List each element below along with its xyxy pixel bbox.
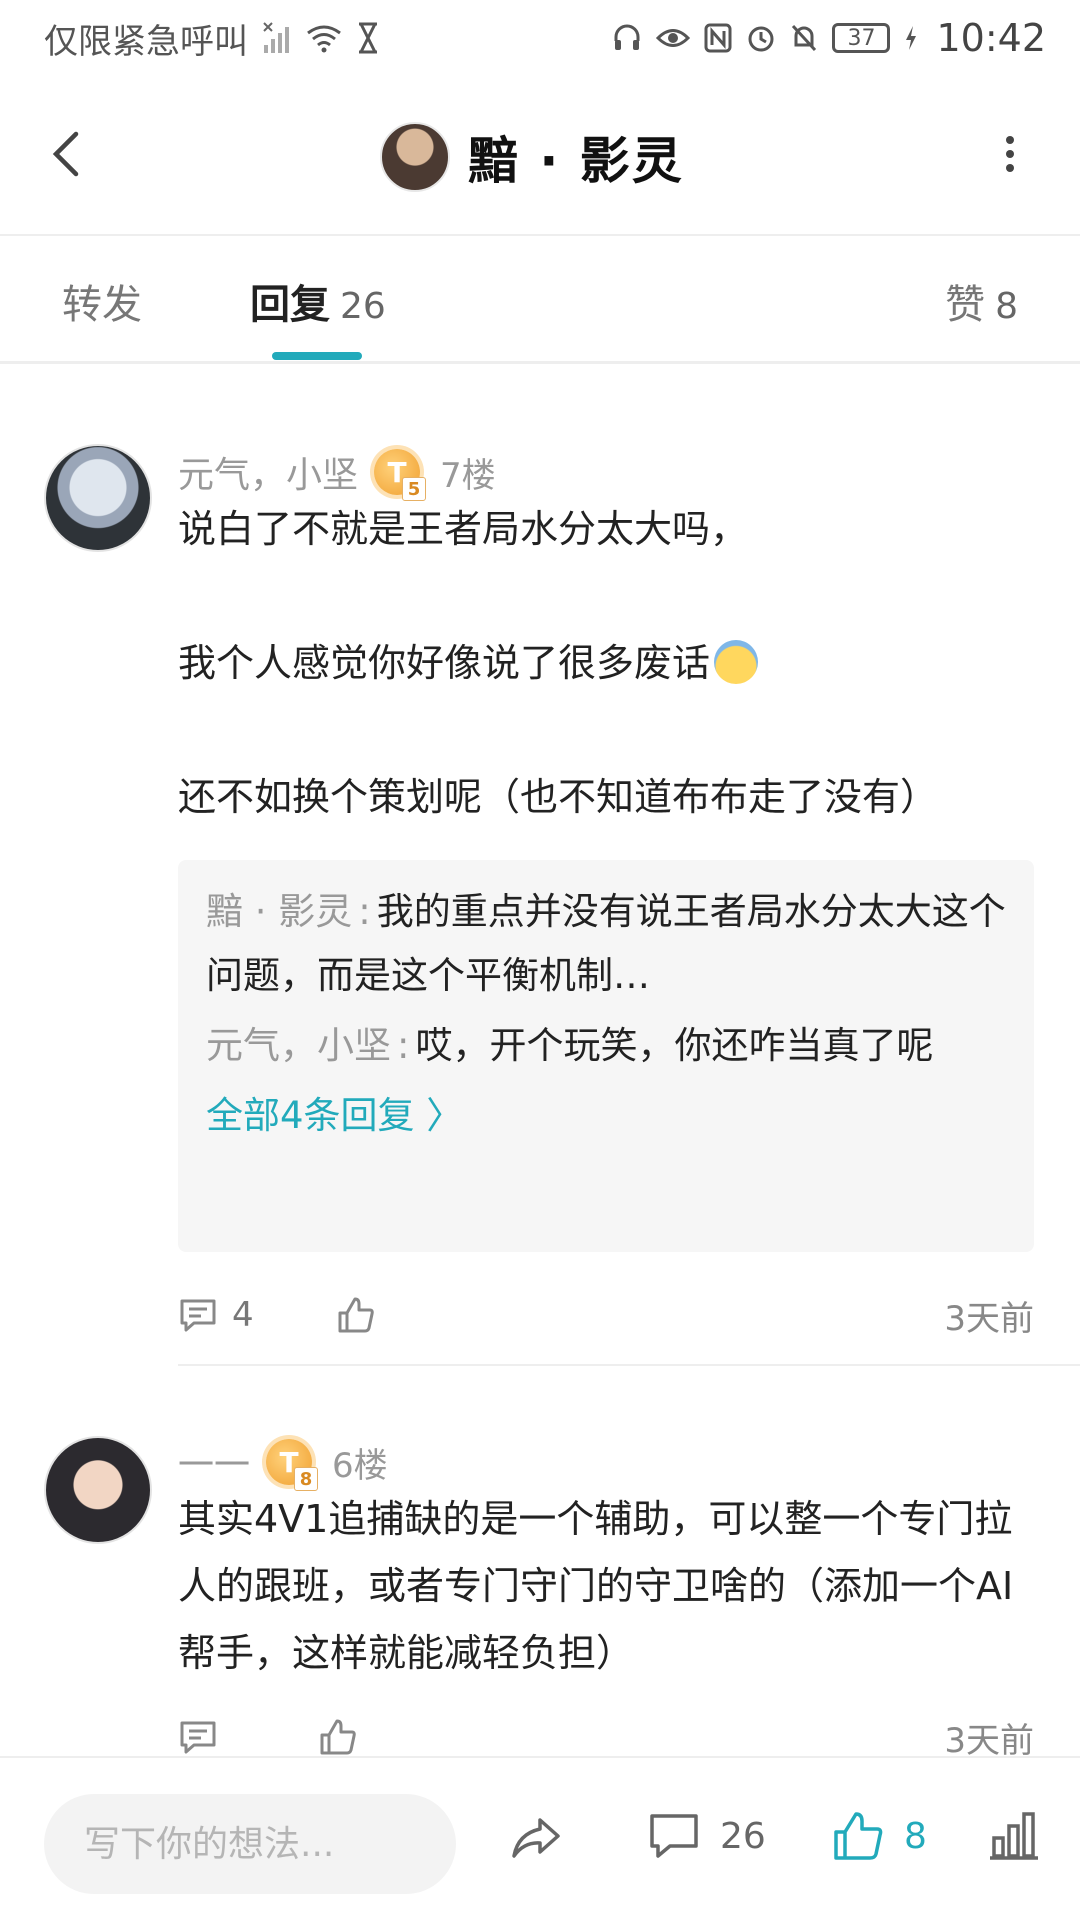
carrier-text: 仅限紧急呼叫	[44, 21, 248, 62]
comment-bubble-icon	[650, 1814, 698, 1858]
battery-indicator: 37	[832, 23, 891, 53]
alarm-icon	[746, 23, 776, 53]
top-navigation: 黯 · 影灵	[0, 76, 1080, 236]
cold-sweat-emoji-icon	[714, 640, 759, 684]
comment-paragraph: 还不如换个策划呢（也不知道布布走了没有）	[178, 775, 939, 819]
tab-likes-label: 赞	[945, 282, 986, 328]
tab-replies-label: 回复	[250, 282, 330, 328]
comment-paragraph: 我个人感觉你好像说了很多废话	[178, 641, 711, 685]
level-badge-icon: T 5	[374, 449, 427, 501]
comment-body: 说白了不就是王者局水分太大吗， 我个人感觉你好像说了很多废话 还不如换个策划呢（…	[178, 496, 1028, 831]
tab-replies[interactable]: 回复 26	[250, 272, 386, 330]
comment-actions: 4 3天前	[178, 1280, 1034, 1350]
bar-chart-icon	[990, 1812, 1038, 1860]
comment-feed[interactable]: 元气，小坚 T 5 7楼 说白了不就是王者局水分太大吗， 我个人感觉你好像说了很…	[0, 366, 1080, 1756]
tab-bar: 转发 回复 26 赞8	[0, 236, 1080, 364]
floor-number: 6楼	[332, 1445, 388, 1486]
tab-replies-count: 26	[340, 286, 386, 327]
stats-button[interactable]	[986, 1808, 1042, 1864]
comment-time: 3天前	[944, 1298, 1034, 1339]
reply-author-name[interactable]: 黯 · 影灵	[206, 890, 352, 933]
comment-author-row: 元气，小坚 T 5 7楼	[178, 446, 496, 501]
level-badge-icon: T 8	[266, 1439, 319, 1491]
comment-actions: 3天前	[178, 1702, 1034, 1756]
hourglass-icon	[356, 22, 380, 54]
comment-input[interactable]	[44, 1794, 456, 1894]
no-signal-icon	[262, 21, 292, 55]
chevron-left-icon	[52, 131, 79, 177]
nested-replies[interactable]: 黯 · 影灵: 我的重点并没有说王者局水分太大这个问题，而是这个平衡机制… 元气，…	[178, 860, 1034, 1252]
comment-icon	[180, 1299, 216, 1332]
active-tab-indicator	[272, 352, 362, 360]
share-arrow-icon	[512, 1818, 560, 1858]
comment-blank-line	[178, 563, 1028, 630]
status-bar: 仅限紧急呼叫 37 10:42	[0, 0, 1080, 76]
thumbs-up-icon	[320, 1719, 356, 1755]
share-button[interactable]	[506, 1808, 566, 1868]
commenter-avatar[interactable]	[44, 444, 152, 552]
back-button[interactable]	[40, 124, 100, 184]
comment-body: 其实4V1追捕缺的是一个辅助，可以整一个专门拉人的跟班，或者专门守门的守卫啥的（…	[178, 1486, 1028, 1687]
comment-time: 3天前	[944, 1720, 1034, 1757]
reply-separator: :	[358, 890, 371, 933]
status-left: 仅限紧急呼叫	[44, 14, 380, 63]
like-button[interactable]	[336, 1295, 376, 1335]
nfc-icon	[704, 23, 732, 53]
reply-button[interactable]: 4	[178, 1295, 254, 1335]
like-button[interactable]	[318, 1717, 358, 1756]
page-title: 黯 · 影灵	[468, 132, 684, 190]
comment-icon	[180, 1721, 216, 1754]
status-right: 37 10:42	[612, 16, 1046, 60]
comment-paragraph: 说白了不就是王者局水分太大吗，	[178, 507, 749, 551]
comment-count: 26	[720, 1815, 766, 1857]
comment-divider	[178, 1364, 1080, 1366]
eye-icon	[656, 25, 691, 51]
reply-button[interactable]	[178, 1717, 218, 1756]
tab-forward[interactable]: 转发	[62, 272, 142, 330]
view-all-replies-link[interactable]: 全部4条回复 〉	[206, 1084, 1006, 1148]
nested-reply[interactable]: 黯 · 影灵: 我的重点并没有说王者局水分太大这个问题，而是这个平衡机制…	[206, 880, 1006, 1008]
user-avatar[interactable]	[380, 122, 450, 192]
reply-separator: :	[397, 1024, 410, 1067]
comment-paragraph-with-emoji: 我个人感觉你好像说了很多废话	[178, 630, 1028, 697]
thread-author[interactable]: 黯 · 影灵	[380, 121, 684, 193]
nested-reply[interactable]: 元气，小坚: 哎，开个玩笑，你还咋当真了呢	[206, 1014, 1006, 1078]
comment-blank-line	[178, 697, 1028, 764]
reply-count: 4	[232, 1295, 254, 1335]
likes-button[interactable]: 8	[830, 1808, 927, 1864]
reply-author-name[interactable]: 元气，小坚	[206, 1024, 391, 1067]
mute-bell-icon	[790, 23, 818, 53]
headphones-icon	[612, 23, 642, 53]
wifi-icon	[306, 23, 342, 53]
commenter-avatar[interactable]	[44, 1436, 152, 1544]
clock-time: 10:42	[936, 16, 1046, 60]
reply-text: 哎，开个玩笑，你还咋当真了呢	[415, 1024, 934, 1067]
tab-likes[interactable]: 赞8	[945, 272, 1018, 330]
comment-paragraph: 其实4V1追捕缺的是一个辅助，可以整一个专门拉人的跟班，或者专门守门的守卫啥的（…	[178, 1497, 1014, 1675]
comment-author-name[interactable]: 元气，小坚	[178, 446, 358, 498]
more-vertical-icon	[1006, 136, 1014, 172]
thumbs-up-icon	[338, 1297, 374, 1333]
floor-number: 7楼	[440, 455, 496, 496]
charging-icon	[904, 25, 918, 51]
comment-author-row: 一一 T 8 6楼	[178, 1436, 388, 1491]
comment-author-name[interactable]: 一一	[178, 1436, 250, 1488]
more-options-button[interactable]	[980, 124, 1040, 184]
bottom-action-bar: 26 8	[0, 1756, 1080, 1920]
comments-button[interactable]: 26	[646, 1808, 766, 1864]
tab-likes-count: 8	[995, 286, 1018, 327]
thumbs-up-icon	[834, 1812, 883, 1860]
tab-forward-label: 转发	[62, 282, 142, 328]
like-count: 8	[904, 1815, 927, 1857]
